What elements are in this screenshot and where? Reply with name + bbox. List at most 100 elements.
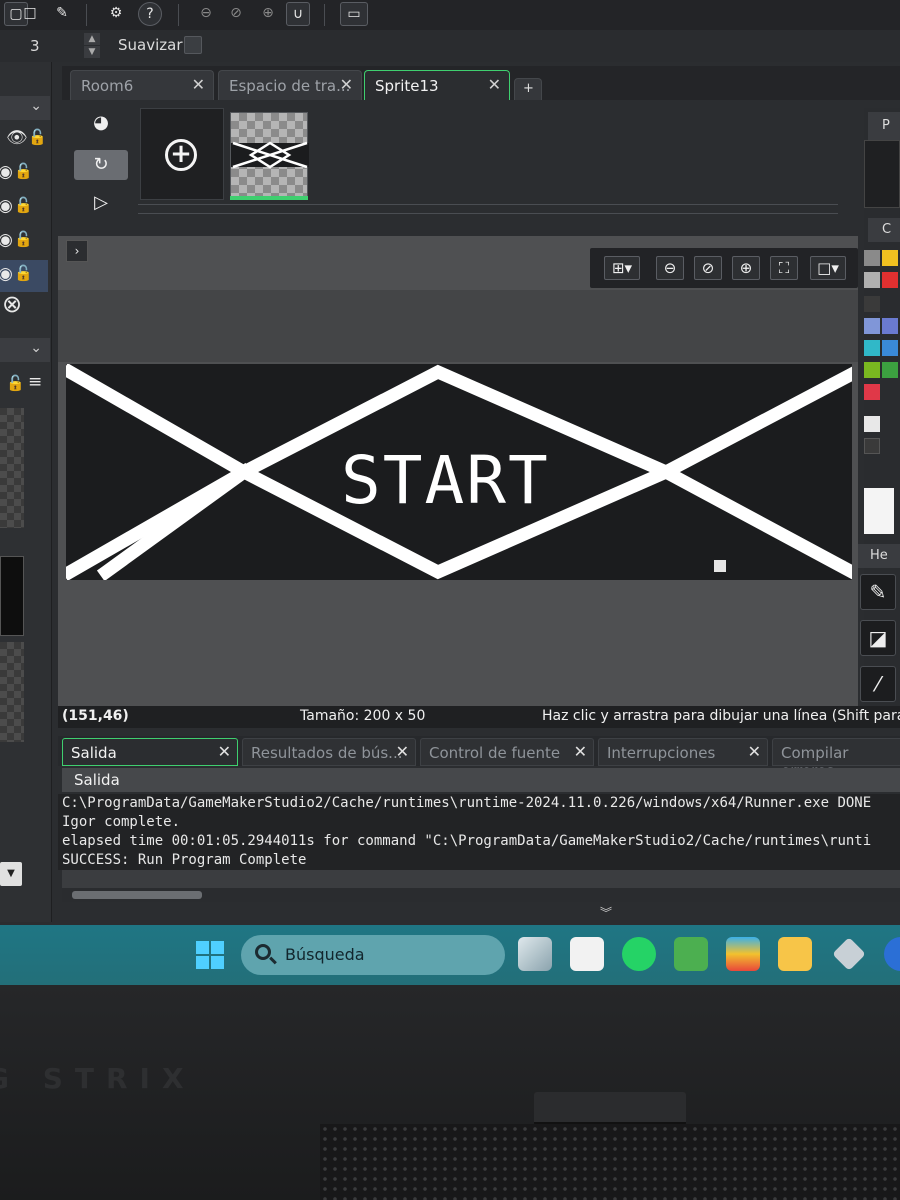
- close-circle-icon[interactable]: ⊗: [2, 290, 22, 318]
- add-tab-button[interactable]: +: [514, 78, 542, 100]
- square-icon[interactable]: □: [18, 2, 42, 26]
- tab-breakpoints[interactable]: Interrupciones ✕: [598, 738, 768, 766]
- zoom-out-icon[interactable]: ⊖: [194, 2, 218, 26]
- lock-icon[interactable]: 🔓: [6, 374, 25, 392]
- lock-icon[interactable]: 🔓: [14, 264, 33, 282]
- color-swatch[interactable]: [882, 272, 898, 288]
- eye-icon[interactable]: ◉: [0, 162, 13, 182]
- lock-row[interactable]: 🔓 ≡: [0, 372, 48, 404]
- tool-slot[interactable]: [864, 140, 900, 208]
- panel-tab[interactable]: C: [868, 218, 900, 242]
- dropdown-icon[interactable]: ▼: [0, 862, 22, 886]
- sprite-image[interactable]: START: [66, 364, 852, 580]
- app-icon[interactable]: [832, 937, 866, 971]
- properties-panel-header[interactable]: ⌄: [0, 338, 50, 362]
- menu-icon[interactable]: ≡: [28, 372, 42, 392]
- magnet-icon[interactable]: ∪: [286, 2, 310, 26]
- zoom-reset-icon[interactable]: ⊘: [224, 2, 248, 26]
- delete-layer-button[interactable]: ⊗: [0, 290, 48, 322]
- layer-row[interactable]: ◉ 🔓: [0, 158, 48, 190]
- lock-icon[interactable]: 🔓: [14, 196, 33, 214]
- taskbar-search[interactable]: Búsqueda: [241, 935, 505, 975]
- color-swatch[interactable]: [864, 250, 880, 266]
- background-toggle-icon[interactable]: □▾: [810, 256, 846, 280]
- lock-icon[interactable]: 🔓: [14, 162, 33, 180]
- tab-source-control[interactable]: Control de fuente ✕: [420, 738, 594, 766]
- tab-sprite13[interactable]: Sprite13 ✕: [364, 70, 510, 100]
- whatsapp-icon[interactable]: [622, 937, 656, 971]
- close-icon[interactable]: ✕: [396, 742, 409, 761]
- close-icon[interactable]: ✕: [192, 75, 205, 94]
- settings-icon[interactable]: ⚙: [104, 2, 128, 26]
- layer-row-selected[interactable]: ◉ 🔓: [0, 260, 48, 292]
- lock-icon[interactable]: 🔓: [14, 230, 33, 248]
- bluestacks-icon[interactable]: [726, 937, 760, 971]
- horizontal-scrollbar[interactable]: [62, 888, 900, 902]
- output-input-line[interactable]: [62, 870, 900, 888]
- color-swatch[interactable]: [882, 362, 898, 378]
- scrollbar-thumb[interactable]: [72, 891, 202, 899]
- close-icon[interactable]: ✕: [748, 742, 761, 761]
- add-frame-button[interactable]: +: [140, 108, 224, 200]
- close-icon[interactable]: ✕: [574, 742, 587, 761]
- color-swatch[interactable]: [864, 384, 880, 400]
- eye-icon[interactable]: 👁: [6, 128, 28, 148]
- zoom-in-icon[interactable]: ⊕: [732, 256, 760, 280]
- chevron-down-icon[interactable]: ⌄: [30, 340, 42, 356]
- layer-row[interactable]: ◉ 🔓: [0, 192, 48, 224]
- color-swatch[interactable]: [864, 318, 880, 334]
- color-swatch[interactable]: [882, 318, 898, 334]
- play-icon[interactable]: ▷: [74, 188, 128, 218]
- browser-icon[interactable]: [884, 937, 900, 971]
- color-swatch-black[interactable]: [0, 556, 24, 636]
- timeline-track[interactable]: [138, 204, 838, 214]
- eye-icon[interactable]: ◉: [0, 196, 13, 216]
- chevron-double-down-icon[interactable]: ︾: [600, 904, 612, 921]
- sprite-canvas-area[interactable]: › ⊞▾ ⊖ ⊘ ⊕ ⛶ □▾ START: [58, 236, 858, 706]
- chevron-down-icon[interactable]: ⌄: [30, 98, 42, 114]
- frame-thumbnail[interactable]: [230, 112, 309, 198]
- brush-size-value[interactable]: 3: [30, 37, 40, 55]
- panel-tab[interactable]: He: [858, 544, 900, 568]
- color-swatch[interactable]: [864, 416, 880, 432]
- tab-workspace[interactable]: Espacio de tra... ✕: [218, 70, 362, 100]
- pencil-icon[interactable]: ✎: [860, 574, 896, 610]
- task-view-icon[interactable]: [518, 937, 552, 971]
- color-swatch[interactable]: [864, 340, 880, 356]
- windows-start-icon[interactable]: [196, 941, 224, 969]
- file-explorer-icon[interactable]: [778, 937, 812, 971]
- tab-room6[interactable]: Room6 ✕: [70, 70, 214, 100]
- layer-row[interactable]: 👁 🔓: [0, 124, 48, 156]
- loop-icon[interactable]: ↻: [74, 150, 128, 180]
- color-swatch[interactable]: [864, 272, 880, 288]
- close-icon[interactable]: ✕: [488, 75, 501, 94]
- lock-icon[interactable]: 🔓: [28, 128, 47, 146]
- layers-panel-header[interactable]: ⌄: [0, 96, 50, 120]
- expand-panel-button[interactable]: ›: [66, 240, 88, 262]
- zoom-reset-icon[interactable]: ⊘: [694, 256, 722, 280]
- grid-icon[interactable]: ⊞▾: [604, 256, 640, 280]
- color-swatch[interactable]: [882, 250, 898, 266]
- minecraft-icon[interactable]: [674, 937, 708, 971]
- smooth-checkbox[interactable]: [184, 36, 202, 54]
- tab-output[interactable]: Salida ✕: [62, 738, 238, 766]
- color-swatch[interactable]: [864, 296, 880, 312]
- zoom-out-icon[interactable]: ⊖: [656, 256, 684, 280]
- brush-icon[interactable]: ✎: [50, 2, 74, 26]
- fill-gradient-icon[interactable]: ◪: [860, 620, 896, 656]
- store-icon[interactable]: [570, 937, 604, 971]
- color-swatch[interactable]: [864, 438, 880, 454]
- fit-screen-icon[interactable]: ⛶: [770, 256, 798, 280]
- brush-size-stepper[interactable]: ▲ ▼: [84, 33, 100, 59]
- layer-row[interactable]: ◉ 🔓: [0, 226, 48, 258]
- eyedropper-icon[interactable]: ⁄: [860, 666, 896, 702]
- tab-compile-errors[interactable]: Compilar errores: [772, 738, 900, 780]
- panel-tab[interactable]: P: [868, 112, 900, 140]
- onion-skin-icon[interactable]: ◕: [74, 108, 128, 138]
- zoom-in-icon[interactable]: ⊕: [256, 2, 280, 26]
- color-swatch[interactable]: [882, 340, 898, 356]
- monitor-icon[interactable]: ▭: [340, 2, 368, 26]
- eye-icon[interactable]: ◉: [0, 264, 13, 284]
- close-icon[interactable]: ✕: [340, 75, 353, 94]
- close-icon[interactable]: ✕: [218, 742, 231, 761]
